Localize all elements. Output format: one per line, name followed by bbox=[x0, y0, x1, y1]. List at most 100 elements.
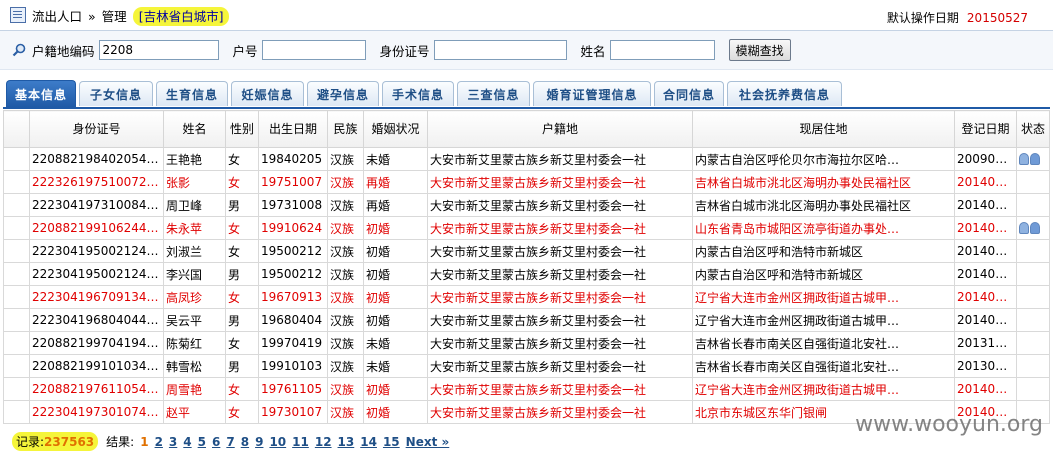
users-icon[interactable] bbox=[1019, 153, 1041, 166]
residence-cell: 内蒙古自治区呼和浩特市新城区 bbox=[692, 262, 955, 286]
id-cell: 220882197611054229 bbox=[29, 377, 164, 401]
register-date-cell: 20140430 bbox=[954, 262, 1017, 286]
register-date-cell: 20140713 bbox=[954, 170, 1017, 194]
users-icon[interactable] bbox=[1019, 222, 1041, 235]
hukou-cell: 大安市新艾里蒙古族乡新艾里村委会一社 bbox=[427, 216, 693, 240]
table-row[interactable]: 222304196709134228 高凤珍女 19670913 汉族 初婚 大安市新艾里… bbox=[3, 285, 1050, 309]
id-number-header: 身份证号 bbox=[29, 110, 164, 148]
search-bar: 户籍地编码 户号 身份证号 姓名 模糊查找 bbox=[0, 31, 1053, 70]
page-link[interactable]: 8 bbox=[241, 435, 249, 449]
marital-cell: 再婚 bbox=[363, 170, 428, 194]
status-cell bbox=[1016, 308, 1050, 332]
tab-0[interactable]: 基本信息 bbox=[6, 80, 76, 107]
table-row[interactable]: 222304196804044212 吴云平男 19680404 汉族 初婚 大安市新艾里… bbox=[3, 308, 1050, 332]
residence-cell: 山东省青岛市城阳区流亭街道办事处… bbox=[692, 216, 955, 240]
nation-cell: 汉族 bbox=[327, 147, 364, 171]
page-link[interactable]: 15 bbox=[383, 435, 400, 449]
tab-9[interactable]: 社会抚养费信息 bbox=[727, 81, 842, 106]
tab-2[interactable]: 生育信息 bbox=[156, 81, 228, 106]
id-cell: 222326197510072528 bbox=[29, 170, 164, 194]
status-cell bbox=[1016, 285, 1050, 309]
page-link[interactable]: 9 bbox=[255, 435, 263, 449]
marital-cell: 未婚 bbox=[363, 331, 428, 355]
marital-cell: 初婚 bbox=[363, 262, 428, 286]
id-cell: 220882198402054227 bbox=[29, 147, 164, 171]
records-highlight: 记录:237563 bbox=[12, 432, 99, 451]
id-cell: 222304195002124221 bbox=[29, 239, 164, 263]
name-cell: 朱永苹 bbox=[163, 216, 226, 240]
tab-7[interactable]: 婚育证管理信息 bbox=[533, 81, 651, 106]
page-link[interactable]: 5 bbox=[198, 435, 206, 449]
table-row[interactable]: 220882197611054229 周雪艳女 19761105 汉族 初婚 大安市新艾里… bbox=[3, 377, 1050, 401]
table-row[interactable]: 222304195002124221 刘淑兰女 19500212 汉族 初婚 大安市新艾里… bbox=[3, 239, 1050, 263]
page-link[interactable]: 6 bbox=[212, 435, 220, 449]
birth-date-cell: 19500212 bbox=[258, 262, 328, 286]
page-link[interactable]: 2 bbox=[155, 435, 163, 449]
tab-1[interactable]: 子女信息 bbox=[79, 81, 153, 106]
id-cell: 220882199704194267 bbox=[29, 331, 164, 355]
page-link[interactable]: 14 bbox=[360, 435, 377, 449]
nation-cell: 汉族 bbox=[327, 331, 364, 355]
table-row[interactable]: 222304197310084219 周卫峰男 19731008 汉族 再婚 大安市新艾里… bbox=[3, 193, 1050, 217]
marital-cell: 初婚 bbox=[363, 400, 428, 424]
nation-cell: 汉族 bbox=[327, 239, 364, 263]
tab-6[interactable]: 三查信息 bbox=[457, 81, 530, 106]
hukou-cell: 大安市新艾里蒙古族乡新艾里村委会一社 bbox=[427, 170, 693, 194]
fuzzy-search-button[interactable]: 模糊查找 bbox=[728, 39, 791, 61]
register-date-cell: 20140301 bbox=[954, 216, 1017, 240]
status-cell bbox=[1016, 377, 1050, 401]
status-cell bbox=[1016, 147, 1050, 171]
nation-cell: 汉族 bbox=[327, 308, 364, 332]
page-link[interactable]: 10 bbox=[269, 435, 286, 449]
register-date-cell: 20090926 bbox=[954, 147, 1017, 171]
nation-cell: 汉族 bbox=[327, 354, 364, 378]
table-row[interactable]: 222326197510072528 张影女 19751007 汉族 再婚 大安市新艾里蒙… bbox=[3, 170, 1050, 194]
tab-8[interactable]: 合同信息 bbox=[654, 81, 724, 106]
breadcrumb-outflow[interactable]: 流出人口 bbox=[32, 9, 82, 24]
name-cell: 吴云平 bbox=[163, 308, 226, 332]
watermark: www.wooyun.org bbox=[855, 412, 1043, 437]
marital-cell: 初婚 bbox=[363, 285, 428, 309]
select-cell bbox=[3, 216, 30, 240]
page-link[interactable]: 3 bbox=[169, 435, 177, 449]
table-row[interactable]: 220882199101034219 韩雪松男 19910103 汉族 未婚 大安市新艾里… bbox=[3, 354, 1050, 378]
page-link[interactable]: 4 bbox=[183, 435, 191, 449]
page-link[interactable]: 13 bbox=[338, 435, 355, 449]
region-label: [吉林省白城市] bbox=[132, 6, 230, 26]
id-cell: 222304195002124212 bbox=[29, 262, 164, 286]
breadcrumb: 流出人口 » 管理 [吉林省白城市] bbox=[32, 6, 230, 26]
page-link[interactable]: 1 bbox=[140, 435, 148, 449]
table-row[interactable]: 220882198402054227 王艳艳女 19840205 汉族 未婚 大安市新艾里… bbox=[3, 147, 1050, 171]
table-row[interactable]: 222304195002124212 李兴国男 19500212 汉族 初婚 大安市新艾里… bbox=[3, 262, 1050, 286]
next-page-link[interactable]: Next » bbox=[406, 435, 450, 449]
page-link[interactable]: 11 bbox=[292, 435, 309, 449]
tab-3[interactable]: 妊娠信息 bbox=[231, 81, 304, 106]
select-column-header bbox=[3, 110, 30, 148]
status-cell bbox=[1016, 262, 1050, 286]
hukou-cell: 大安市新艾里蒙古族乡新艾里村委会一社 bbox=[427, 193, 693, 217]
search-icon bbox=[12, 43, 26, 57]
table-row[interactable]: 220882199106244223 朱永苹女 19910624 汉族 初婚 大安市新艾里… bbox=[3, 216, 1050, 240]
page-link[interactable]: 7 bbox=[226, 435, 234, 449]
name-cell: 陈菊红 bbox=[163, 331, 226, 355]
page-link[interactable]: 12 bbox=[315, 435, 332, 449]
name-input[interactable] bbox=[609, 40, 715, 60]
register-date-cell: 20140511 bbox=[954, 377, 1017, 401]
tab-4[interactable]: 避孕信息 bbox=[307, 81, 379, 106]
breadcrumb-manage: 管理 bbox=[101, 8, 127, 24]
table-row[interactable]: 220882199704194267 陈菊红女 19970419 汉族 未婚 大安市新艾里… bbox=[3, 331, 1050, 355]
name-cell: 周雪艳 bbox=[163, 377, 226, 401]
birth-date-cell: 19761105 bbox=[258, 377, 328, 401]
tab-5[interactable]: 手术信息 bbox=[382, 81, 454, 106]
household-no-input[interactable] bbox=[261, 40, 366, 60]
register-date-cell: 20140713 bbox=[954, 193, 1017, 217]
id-number-input[interactable] bbox=[433, 40, 567, 60]
nation-header: 民族 bbox=[327, 110, 364, 148]
sex-cell: 女 bbox=[225, 216, 259, 240]
current-residence-header: 现居住地 bbox=[692, 110, 955, 148]
default-date-value[interactable]: 20150527 bbox=[967, 11, 1028, 25]
hukou-code-input[interactable] bbox=[98, 40, 219, 60]
marital-cell: 初婚 bbox=[363, 239, 428, 263]
sex-cell: 女 bbox=[225, 170, 259, 194]
residence-cell: 辽宁省大连市金州区拥政街道古城甲… bbox=[692, 377, 955, 401]
